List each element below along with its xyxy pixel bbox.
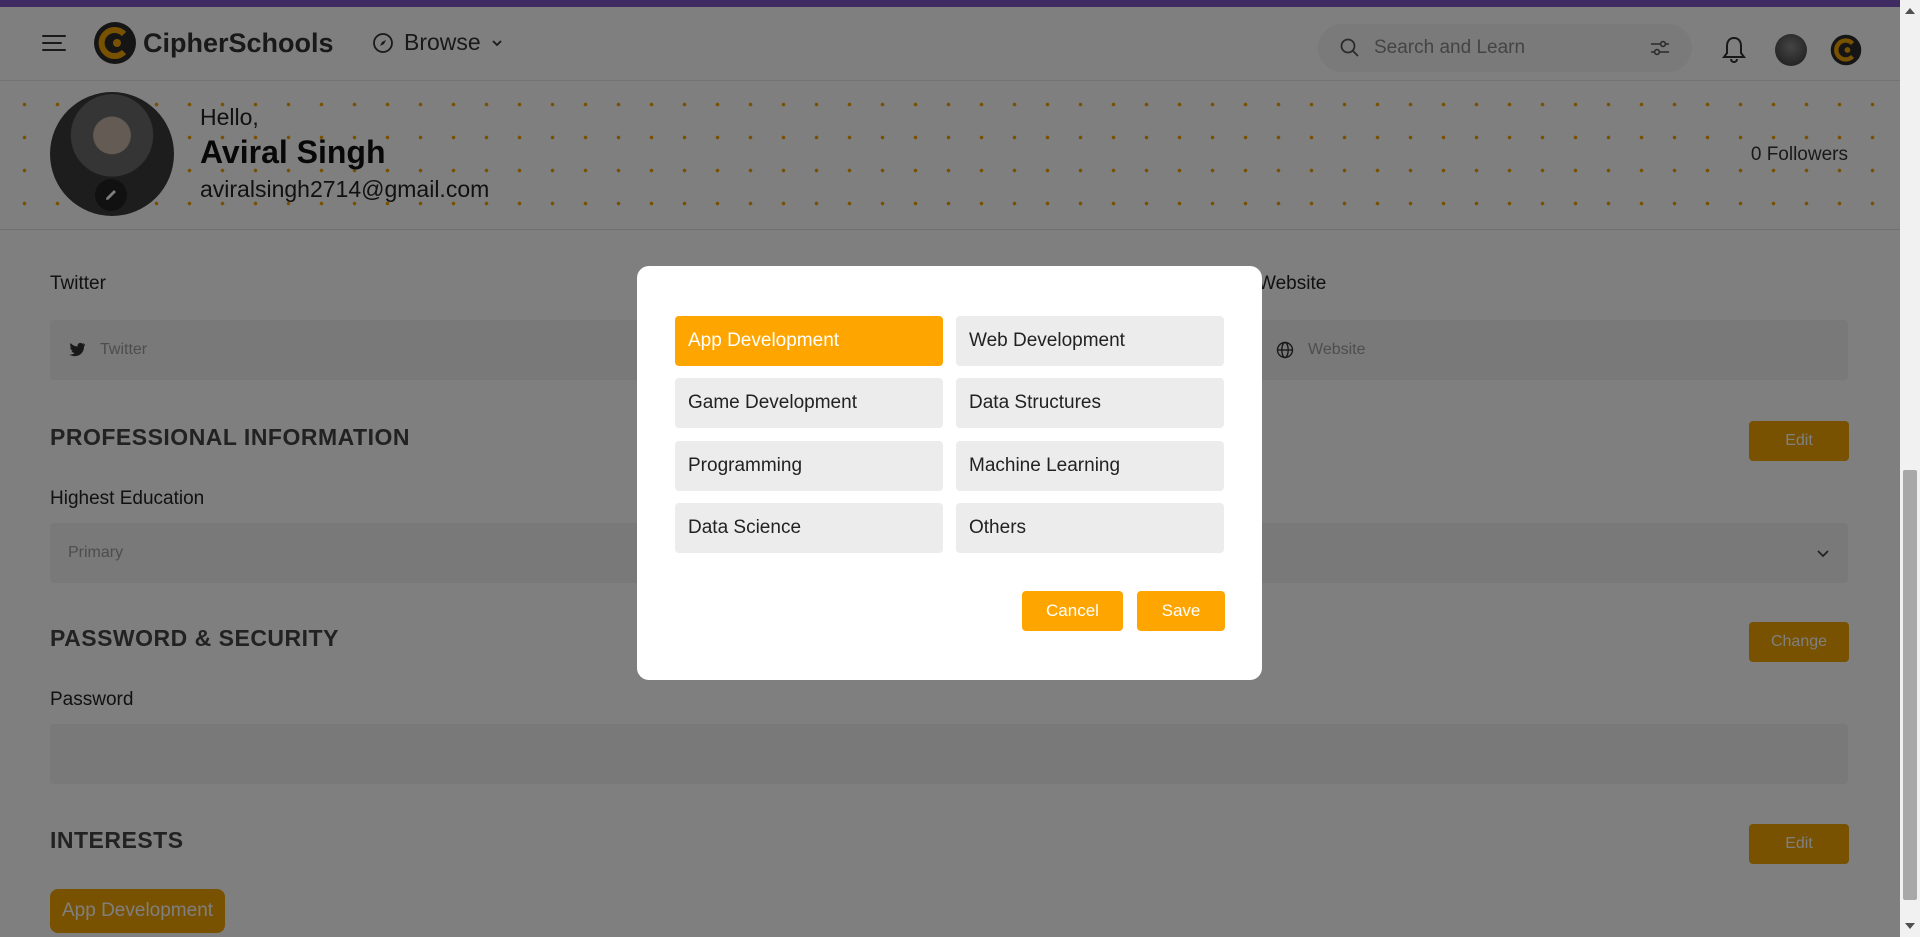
interest-option-data-structures[interactable]: Data Structures	[956, 378, 1224, 428]
interest-option-data-science[interactable]: Data Science	[675, 503, 943, 553]
interest-option-game-development[interactable]: Game Development	[675, 378, 943, 428]
interest-option-app-development[interactable]: App Development	[675, 316, 943, 366]
cancel-button[interactable]: Cancel	[1022, 591, 1123, 631]
page-scrollbar[interactable]	[1900, 0, 1920, 937]
interest-option-programming[interactable]: Programming	[675, 441, 943, 491]
interests-modal: App Development Web Development Game Dev…	[637, 266, 1262, 680]
scroll-down-arrow-icon[interactable]	[1905, 923, 1915, 929]
scrollbar-thumb[interactable]	[1903, 470, 1917, 900]
scroll-up-arrow-icon[interactable]	[1905, 8, 1915, 14]
interest-option-machine-learning[interactable]: Machine Learning	[956, 441, 1224, 491]
interest-option-others[interactable]: Others	[956, 503, 1224, 553]
save-button[interactable]: Save	[1137, 591, 1225, 631]
interest-option-web-development[interactable]: Web Development	[956, 316, 1224, 366]
